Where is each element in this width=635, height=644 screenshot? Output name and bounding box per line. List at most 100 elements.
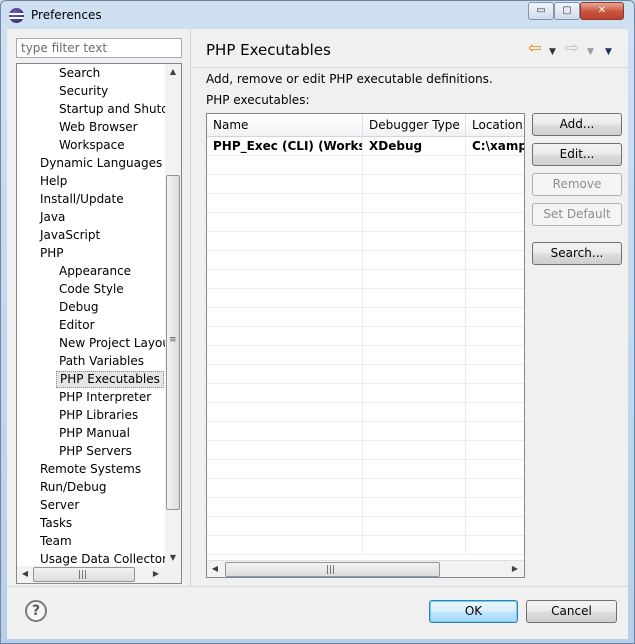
- maximize-button[interactable]: ▢: [554, 2, 580, 20]
- tree-item[interactable]: Tasks: [37, 515, 75, 532]
- table-cell: [207, 213, 363, 231]
- view-menu-icon[interactable]: ▼: [605, 43, 612, 61]
- table-cell: [466, 441, 524, 459]
- table-cell: [363, 175, 466, 193]
- cancel-button[interactable]: Cancel: [526, 600, 617, 623]
- tree-item[interactable]: Help: [37, 173, 70, 190]
- tree-item[interactable]: New Project Layout: [56, 335, 165, 352]
- table-cell: [466, 175, 524, 193]
- table-row: [207, 498, 524, 517]
- tree-item[interactable]: PHP Manual: [56, 425, 133, 442]
- table-row: [207, 384, 524, 403]
- tree-item[interactable]: Remote Systems: [37, 461, 144, 478]
- table-cell: [207, 460, 363, 478]
- table-cell: [363, 517, 466, 535]
- table-rows: PHP_Exec (CLI) (Workspace Default)XDebug…: [207, 137, 524, 560]
- table-cell: [207, 441, 363, 459]
- remove-button[interactable]: Remove: [532, 173, 622, 196]
- table-cell: XDebug: [363, 137, 466, 155]
- help-icon[interactable]: ?: [25, 600, 47, 622]
- tree-horizontal-scroll-thumb[interactable]: |||: [33, 567, 135, 582]
- table-cell: [466, 232, 524, 250]
- search-button[interactable]: Search...: [532, 242, 622, 265]
- tree-item[interactable]: Editor: [56, 317, 98, 334]
- tree-item[interactable]: Path Variables: [56, 353, 147, 370]
- add-button[interactable]: Add...: [532, 113, 622, 136]
- scroll-left-arrow-icon[interactable]: ◀: [17, 566, 33, 582]
- tree-item[interactable]: PHP: [37, 245, 67, 262]
- table-horizontal-scrollbar[interactable]: ◀ ||| ▶: [207, 560, 524, 577]
- tree-item[interactable]: PHP Interpreter: [56, 389, 154, 406]
- table-row: [207, 270, 524, 289]
- title-separator: [192, 67, 628, 68]
- table-header: Name Debugger Type Location: [207, 114, 524, 137]
- tree-item[interactable]: Debug: [56, 299, 101, 316]
- forward-arrow-icon[interactable]: ⇨: [565, 39, 578, 57]
- tree-item[interactable]: Workspace: [56, 137, 128, 154]
- table-cell: [207, 308, 363, 326]
- tree-horizontal-scrollbar[interactable]: ◀ ||| ▶: [17, 566, 165, 583]
- tree-item[interactable]: Run/Debug: [37, 479, 110, 496]
- table-row: [207, 327, 524, 346]
- preference-tree: SearchSecurityStartup and ShutdownWeb Br…: [16, 63, 182, 584]
- table-cell: PHP_Exec (CLI) (Workspace Default): [207, 137, 363, 155]
- table-row[interactable]: PHP_Exec (CLI) (Workspace Default)XDebug…: [207, 137, 524, 156]
- close-button[interactable]: ✕: [580, 2, 624, 20]
- tree-item[interactable]: Team: [37, 533, 75, 550]
- tree-item[interactable]: JavaScript: [37, 227, 103, 244]
- column-header-debugger-type[interactable]: Debugger Type: [363, 114, 466, 137]
- tree-item[interactable]: Code Style: [56, 281, 127, 298]
- column-header-location[interactable]: Location: [466, 114, 524, 137]
- scroll-left-arrow-icon[interactable]: ◀: [207, 561, 223, 577]
- tree-item[interactable]: Dynamic Languages: [37, 155, 165, 172]
- table-cell: [363, 346, 466, 364]
- executables-list-label: PHP executables:: [206, 93, 310, 107]
- window-title: Preferences: [31, 8, 102, 22]
- table-cell: [466, 365, 524, 383]
- tree-item[interactable]: Search: [56, 65, 103, 82]
- table-cell: [363, 479, 466, 497]
- table-cell: [466, 213, 524, 231]
- table-cell: [207, 384, 363, 402]
- grip-icon: |||: [78, 570, 88, 580]
- filter-input[interactable]: [16, 38, 182, 58]
- table-row: [207, 403, 524, 422]
- tree-item[interactable]: Usage Data Collector: [37, 551, 165, 566]
- back-arrow-icon[interactable]: ⇦: [528, 39, 541, 57]
- scroll-right-arrow-icon[interactable]: ▶: [148, 566, 164, 582]
- table-horizontal-scroll-thumb[interactable]: |||: [225, 562, 440, 577]
- edit-button[interactable]: Edit...: [532, 143, 622, 166]
- tree-item[interactable]: Install/Update: [37, 191, 127, 208]
- table-cell: [466, 270, 524, 288]
- tree-vertical-scroll-thumb[interactable]: ≡: [166, 175, 180, 510]
- table-cell: [466, 479, 524, 497]
- table-cell: [207, 403, 363, 421]
- minimize-button[interactable]: ▭: [528, 2, 554, 20]
- tree-item[interactable]: PHP Executables: [56, 371, 164, 388]
- button-bar-separator: [7, 586, 628, 587]
- back-history-dropdown-icon[interactable]: ▼: [549, 43, 556, 61]
- table-cell: [363, 213, 466, 231]
- tree-item[interactable]: Appearance: [56, 263, 134, 280]
- tree-item[interactable]: Web Browser: [56, 119, 141, 136]
- scroll-corner: [165, 566, 181, 583]
- tree-item[interactable]: PHP Servers: [56, 443, 135, 460]
- ok-button[interactable]: OK: [429, 600, 518, 623]
- tree-item[interactable]: Java: [37, 209, 68, 226]
- tree-item[interactable]: Server: [37, 497, 82, 514]
- tree-vertical-scrollbar[interactable]: ▲ ≡ ▼: [165, 64, 181, 566]
- forward-history-dropdown-icon[interactable]: ▼: [587, 43, 594, 61]
- table-cell: [363, 403, 466, 421]
- table-row: [207, 536, 524, 555]
- title-bar[interactable]: Preferences ▭ ▢ ✕: [1, 1, 634, 29]
- table-cell: [207, 498, 363, 516]
- scroll-right-arrow-icon[interactable]: ▶: [507, 561, 523, 577]
- column-header-name[interactable]: Name: [207, 114, 363, 137]
- set-default-button[interactable]: Set Default: [532, 203, 622, 226]
- scroll-up-arrow-icon[interactable]: ▲: [165, 64, 181, 80]
- tree-item[interactable]: PHP Libraries: [56, 407, 141, 424]
- tree-item[interactable]: Startup and Shutdown: [56, 101, 165, 118]
- scroll-down-arrow-icon[interactable]: ▼: [165, 550, 181, 566]
- table-row: [207, 460, 524, 479]
- tree-item[interactable]: Security: [56, 83, 111, 100]
